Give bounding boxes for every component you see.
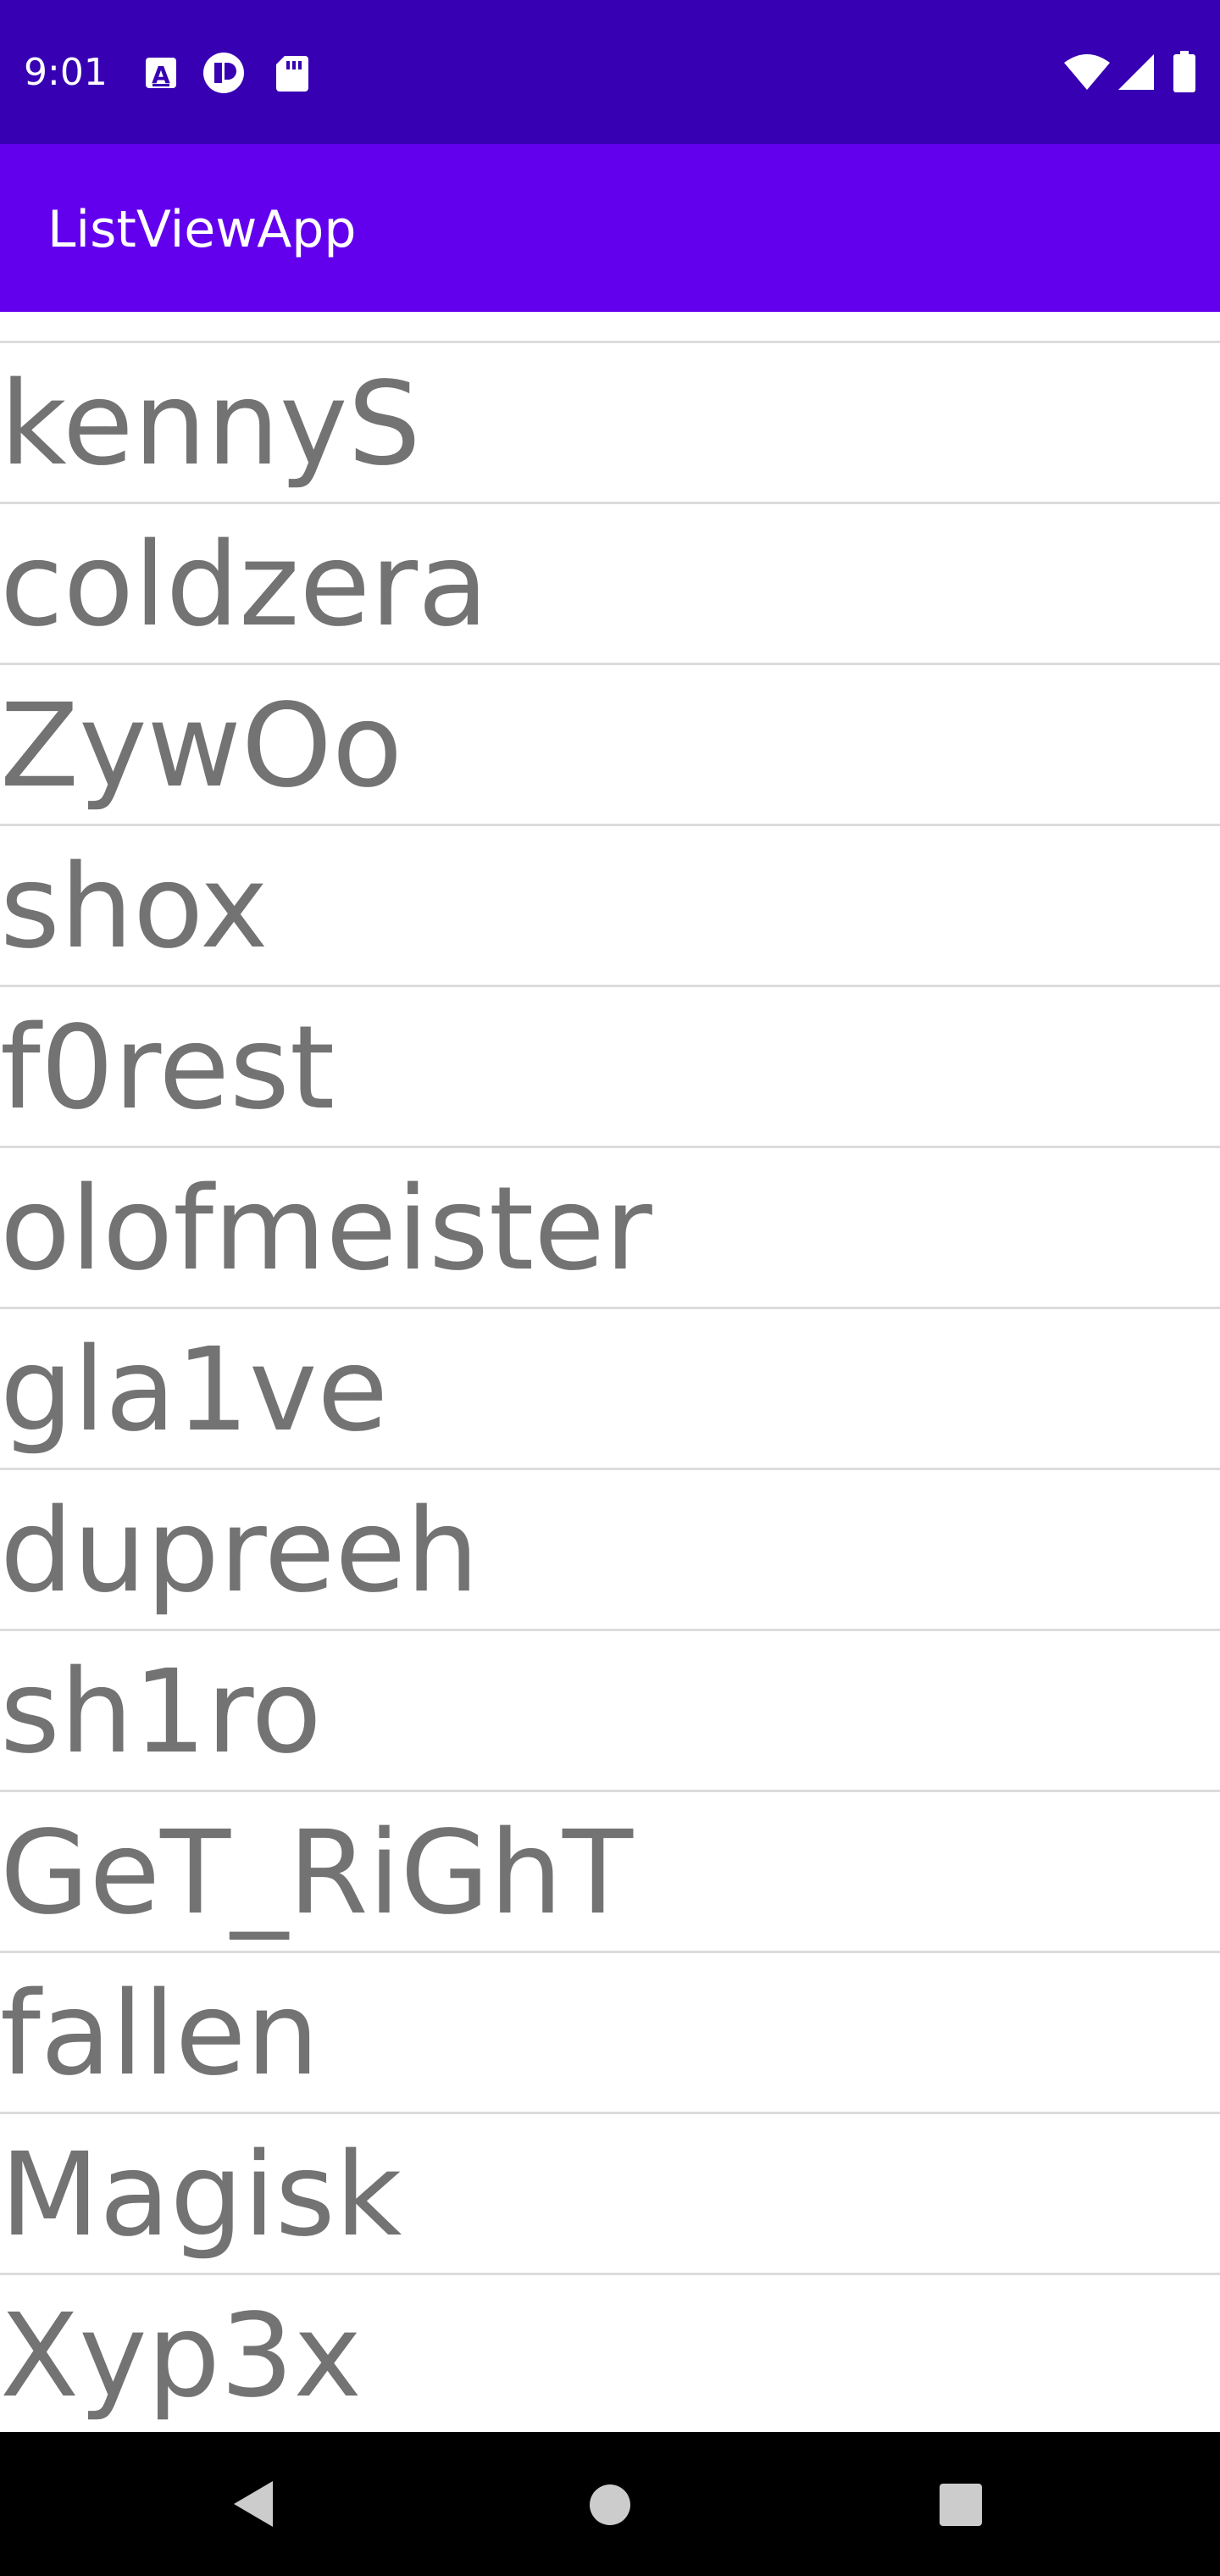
wifi-icon: [1064, 54, 1110, 90]
list-item-label: GeT_RiGhT: [0, 1807, 634, 1940]
list-item-label: sh1ro: [0, 1646, 322, 1779]
app-title: ListViewApp: [47, 200, 357, 259]
sd-card-icon: [276, 56, 308, 92]
app-bar: ListViewApp: [0, 144, 1220, 312]
list-item-label: f0rest: [0, 1002, 336, 1135]
list-item[interactable]: GeT_RiGhT: [0, 1792, 1220, 1953]
list-item-label: shox: [0, 841, 269, 974]
list-item-label: olofmeister: [0, 1163, 652, 1296]
back-icon[interactable]: [229, 2478, 280, 2530]
navigation-bar: [0, 2432, 1220, 2576]
list-item[interactable]: gla1ve: [0, 1309, 1220, 1470]
recents-icon[interactable]: [939, 2483, 983, 2527]
list-item[interactable]: Xyp3x: [0, 2275, 1220, 2432]
list-item-label: gla1ve: [0, 1324, 389, 1457]
list-item-label: fallen: [0, 1968, 319, 2101]
list-item[interactable]: coldzera: [0, 504, 1220, 665]
list-item[interactable]: olofmeister: [0, 1148, 1220, 1309]
list-item[interactable]: f0rest: [0, 987, 1220, 1148]
pocket-icon: [203, 53, 244, 93]
list-item-label: ZywOo: [0, 680, 403, 813]
list-item-label: Xyp3x: [0, 2290, 362, 2423]
list-item-label: Magisk: [0, 2129, 402, 2262]
list-item[interactable]: ZywOo: [0, 665, 1220, 826]
list-item[interactable]: kennyS: [0, 343, 1220, 504]
list-item[interactable]: fallen: [0, 1953, 1220, 2114]
text-a-icon: A: [146, 58, 176, 89]
list-view[interactable]: kennyS coldzera ZywOo shox f0rest olofmeister…: [0, 312, 1220, 2432]
cell-signal-icon: [1118, 54, 1154, 90]
home-icon[interactable]: [588, 2483, 632, 2527]
list-item[interactable]: shox: [0, 826, 1220, 987]
status-bar: 9:01 A: [0, 0, 1220, 144]
list-item[interactable]: Magisk: [0, 2114, 1220, 2275]
list-item-label: kennyS: [0, 358, 421, 491]
status-time: 9:01: [24, 51, 108, 94]
list-item-label: coldzera: [0, 519, 489, 652]
battery-icon: [1173, 51, 1195, 92]
list-item[interactable]: sh1ro: [0, 1631, 1220, 1792]
list-item-label: dupreeh: [0, 1485, 480, 1618]
list-item[interactable]: dupreeh: [0, 1470, 1220, 1631]
list-item-partial: [0, 312, 1220, 343]
